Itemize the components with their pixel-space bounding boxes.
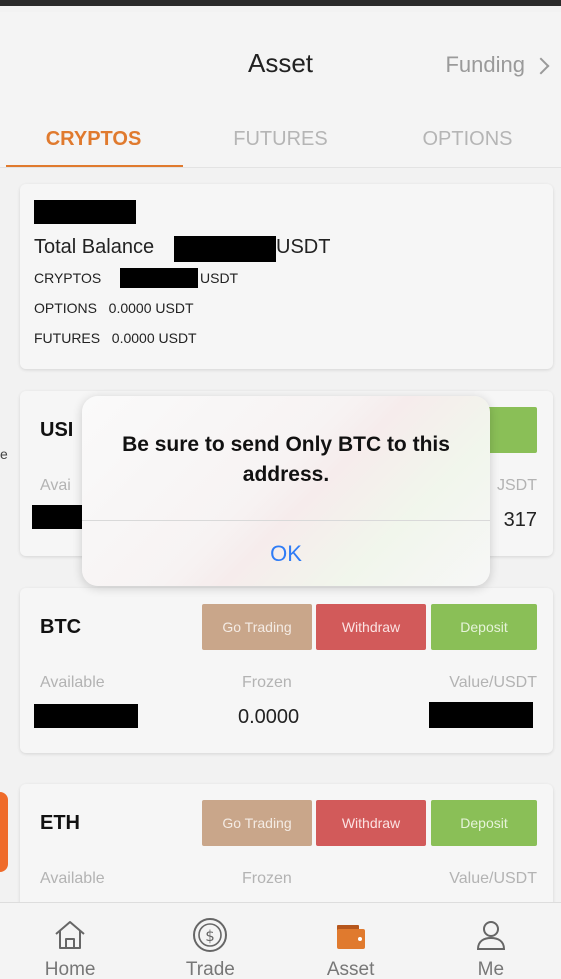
alert-dialog: Be sure to send Only BTC to this address… (82, 396, 490, 586)
ok-button[interactable]: OK (82, 521, 490, 586)
asset-screen: Asset Funding CRYPTOS FUTURES OPTIONS To… (0, 0, 561, 979)
dialog-message: Be sure to send Only BTC to this address… (122, 433, 450, 486)
dialog-overlay: Be sure to send Only BTC to this address… (0, 6, 561, 979)
